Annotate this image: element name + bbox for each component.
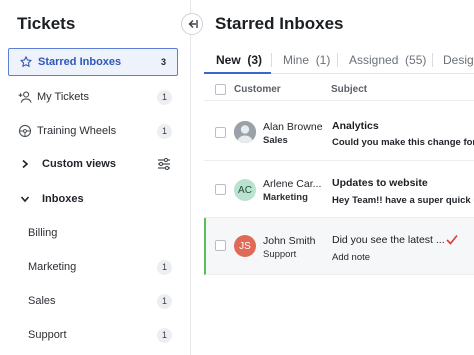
sidebar-item-marketing[interactable]: Marketing 1 [8,253,178,281]
chevron-down-icon [17,191,33,207]
sidebar-item-label: Marketing [28,261,77,273]
page-title: Starred Inboxes [215,14,344,33]
ticket-row[interactable]: JS John Smith Support Did you see the la… [204,218,474,275]
sidebar-item-billing[interactable]: Billing [8,219,178,247]
ticket-row[interactable]: AC Arlene Car... Marketing Updates to we… [204,161,474,218]
customer-name: Alan Browne [263,121,323,133]
tab-label: Mine [283,53,310,67]
tab-new[interactable]: New (3) [216,46,262,74]
ticket-preview: Could you make this change for [332,137,474,148]
tab-assigned[interactable]: Assigned (55) [349,46,426,74]
column-header-customer[interactable]: Customer [234,84,281,95]
add-note-link[interactable]: Add note [332,252,370,263]
sidebar-item-training-wheels[interactable]: Training Wheels 1 [8,117,178,145]
sidebar-item-starred-inboxes[interactable]: Starred Inboxes 3 [8,48,178,76]
add-user-icon [17,89,33,105]
count-badge: 1 [157,259,172,275]
ticket-preview: Hey Team!! have a super quick u [332,195,474,206]
avatar: JS [234,235,256,257]
tab-label: Assigned [349,53,399,67]
tab-divider [337,53,338,67]
sidebar-item-label: Billing [28,227,58,239]
tab-count: (55) [405,53,427,67]
active-tab-indicator [204,72,271,74]
user-photo-icon [234,121,256,143]
ticket-subject: Did you see the latest ... [332,234,445,246]
row-checkbox[interactable] [215,127,226,138]
sidebar-title: Tickets [17,14,76,33]
sidebar-item-support[interactable]: Support 1 [8,321,178,349]
tab-divider [271,53,272,67]
customer-team: Marketing [263,192,308,203]
row-checkbox[interactable] [215,184,226,195]
customer-team: Sales [263,135,288,146]
avatar: AC [234,179,256,201]
count-badge: 1 [157,123,172,139]
sidebar-group-custom-views[interactable]: Custom views [8,150,178,178]
table-header: Customer Subject [204,79,474,101]
row-checkbox[interactable] [215,240,226,251]
sidebar: Tickets Starred Inboxes 3 My Tickets 1 T… [0,0,191,355]
collapse-sidebar-button[interactable] [181,13,203,35]
count-badge: 1 [157,327,172,343]
column-header-subject[interactable]: Subject [331,84,367,95]
tab-label: Design [443,53,474,67]
tab-count: (3) [247,53,263,67]
avatar [234,121,256,143]
checkmark-icon [446,234,458,245]
star-icon [18,54,34,70]
chevron-right-icon [17,156,33,172]
collapse-left-icon [187,19,198,29]
tab-design[interactable]: Design [443,46,474,74]
sidebar-item-label: Training Wheels [37,125,117,137]
customer-team: Support [263,249,297,260]
sidebar-item-label: Support [28,329,67,341]
sidebar-item-label: My Tickets [37,91,89,103]
sidebar-group-label: Inboxes [42,193,84,205]
sidebar-item-label: Starred Inboxes [38,56,122,68]
sidebar-group-label: Custom views [42,158,116,170]
ticket-subject: Analytics [332,120,379,132]
count-badge: 3 [160,57,166,67]
ticket-subject: Updates to website [332,177,428,189]
tab-divider [432,53,433,67]
sidebar-group-inboxes[interactable]: Inboxes [8,185,178,213]
tab-count: (1) [315,53,331,67]
count-badge: 1 [157,293,172,309]
steering-wheel-icon [17,123,33,139]
select-all-checkbox[interactable] [215,84,226,95]
tab-label: New [216,53,241,67]
tab-mine[interactable]: Mine (1) [283,46,330,74]
customer-name: Arlene Car... [263,178,322,190]
sidebar-item-label: Sales [28,295,56,307]
main-panel: Starred Inboxes New (3) Mine (1) Assigne… [192,0,474,355]
ticket-row[interactable]: Alan Browne Sales Analytics Could you ma… [204,104,474,161]
sidebar-item-sales[interactable]: Sales 1 [8,287,178,315]
sliders-icon[interactable] [156,156,172,172]
tab-bar: New (3) Mine (1) Assigned (55) Design [204,46,474,74]
customer-name: John Smith [263,235,316,247]
count-badge: 1 [157,89,172,105]
sidebar-item-my-tickets[interactable]: My Tickets 1 [8,83,178,111]
